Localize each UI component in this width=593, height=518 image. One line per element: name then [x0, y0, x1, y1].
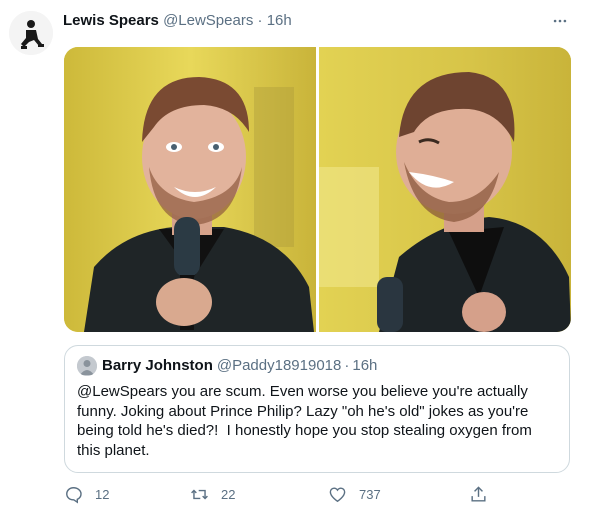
tweet-media [64, 47, 571, 332]
reply-count: 12 [95, 487, 110, 502]
tweet-header: Lewis Spears @LewSpears · 16h [63, 11, 292, 31]
reply-icon [66, 487, 82, 504]
author-handle[interactable]: @LewSpears [163, 12, 253, 29]
separator: · [257, 12, 263, 29]
quoted-tweet-timestamp[interactable]: 16h [352, 356, 377, 376]
retweet-count: 22 [221, 487, 236, 502]
quoted-author-avatar [77, 356, 97, 376]
default-avatar-icon [77, 356, 97, 376]
quoted-author-name[interactable]: Barry Johnston [102, 356, 213, 376]
like-button[interactable]: 737 [328, 485, 381, 504]
author-name[interactable]: Lewis Spears [63, 12, 159, 29]
separator: · [344, 357, 350, 374]
retweet-button[interactable]: 22 [190, 485, 235, 504]
tweet-timestamp[interactable]: 16h [267, 12, 292, 29]
tweet: Lewis Spears @LewSpears · 16h Barry John… [0, 0, 593, 518]
reply-button[interactable]: 12 [64, 485, 109, 504]
share-icon [471, 486, 486, 502]
avatar-figure [9, 11, 53, 55]
photo-comedian-smiling[interactable] [64, 47, 316, 332]
quoted-tweet[interactable]: Barry Johnston @Paddy18919018 · 16h @Lew… [64, 345, 570, 473]
tweet-actions: 12 22 737 [64, 485, 504, 507]
like-icon [329, 487, 346, 503]
quoted-author-handle[interactable]: @Paddy18919018 [217, 356, 342, 376]
author-avatar[interactable] [9, 11, 53, 55]
retweet-icon [191, 489, 208, 500]
quoted-tweet-header: Barry Johnston @Paddy18919018 · 16h [77, 356, 557, 376]
share-button[interactable] [469, 485, 500, 504]
more-options-button[interactable] [549, 10, 571, 32]
more-horizontal-icon [553, 19, 567, 23]
quoted-tweet-text: @LewSpears you are scum. Even worse you … [77, 383, 532, 459]
like-count: 737 [359, 487, 381, 502]
photo-comedian-laughing[interactable] [319, 47, 571, 332]
